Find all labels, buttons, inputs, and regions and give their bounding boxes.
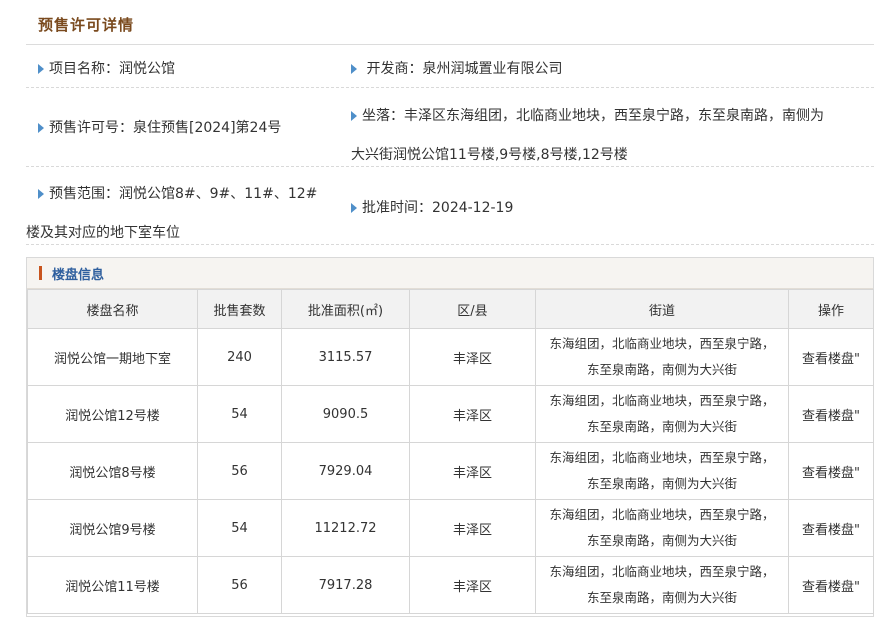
cell-street: 东海组团，北临商业地块，西至泉宁路， 东至泉南路，南侧为大兴街: [535, 556, 789, 614]
cell-area: 11212.72: [281, 499, 410, 557]
view-building-link[interactable]: 查看楼盘": [788, 442, 874, 500]
cell-name: 润悦公馆12号楼: [27, 385, 198, 443]
table-row: 润悦公馆11号楼 56 7917.28 丰泽区 东海组团，北临商业地块，西至泉宁…: [27, 556, 874, 614]
table-row: 润悦公馆一期地下室 240 3115.57 丰泽区 东海组团，北临商业地块，西至…: [27, 328, 874, 386]
view-building-link[interactable]: 查看楼盘": [788, 556, 874, 614]
cell-name: 润悦公馆9号楼: [27, 499, 198, 557]
bullet-triangle-icon: [351, 64, 357, 74]
table-row: 润悦公馆9号楼 54 11212.72 丰泽区 东海组团，北临商业地块，西至泉宁…: [27, 499, 874, 557]
info-approval-date: 批准时间：2024-12-19: [351, 197, 513, 217]
info-permit-no: 预售许可号：泉住预售[2024]第24号: [38, 117, 281, 137]
view-building-link[interactable]: 查看楼盘": [788, 499, 874, 557]
col-header-name: 楼盘名称: [27, 289, 198, 329]
cell-street: 东海组团，北临商业地块，西至泉宁路， 东至泉南路，南侧为大兴街: [535, 328, 789, 386]
building-table: 楼盘名称 批售套数 批准面积(㎡) 区/县 街道 操作 润悦公馆一期地下室 24…: [27, 289, 874, 614]
page-title: 预售许可详情: [38, 16, 135, 34]
table-row: 润悦公馆8号楼 56 7929.04 丰泽区 东海组团，北临商业地块，西至泉宁路…: [27, 442, 874, 500]
col-header-action: 操作: [788, 289, 874, 329]
title-divider: [26, 44, 874, 45]
bullet-triangle-icon: [351, 203, 357, 213]
panel-title: 楼盘信息: [52, 268, 105, 283]
row-divider: [26, 166, 874, 168]
col-header-units: 批售套数: [197, 289, 282, 329]
cell-area: 3115.57: [281, 328, 410, 386]
table-header-row: 楼盘名称 批售套数 批准面积(㎡) 区/县 街道 操作: [27, 289, 874, 329]
panel-accent-bar: [39, 266, 42, 280]
cell-units: 240: [197, 328, 282, 386]
row-divider: [26, 87, 874, 89]
cell-street: 东海组团，北临商业地块，西至泉宁路， 东至泉南路，南侧为大兴街: [535, 442, 789, 500]
view-building-link[interactable]: 查看楼盘": [788, 328, 874, 386]
cell-units: 54: [197, 385, 282, 443]
cell-name: 润悦公馆11号楼: [27, 556, 198, 614]
bullet-triangle-icon: [38, 123, 44, 133]
cell-name: 润悦公馆8号楼: [27, 442, 198, 500]
view-building-link[interactable]: 查看楼盘": [788, 385, 874, 443]
cell-district: 丰泽区: [409, 385, 536, 443]
cell-street: 东海组团，北临商业地块，西至泉宁路， 东至泉南路，南侧为大兴街: [535, 499, 789, 557]
cell-units: 56: [197, 556, 282, 614]
info-developer: 开发商：泉州润城置业有限公司: [351, 58, 562, 78]
panel-header: 楼盘信息: [27, 258, 873, 289]
col-header-street: 街道: [535, 289, 789, 329]
bullet-triangle-icon: [38, 189, 44, 199]
cell-area: 7917.28: [281, 556, 410, 614]
cell-district: 丰泽区: [409, 442, 536, 500]
cell-district: 丰泽区: [409, 499, 536, 557]
cell-district: 丰泽区: [409, 556, 536, 614]
info-project-name: 项目名称：润悦公馆: [38, 58, 175, 78]
cell-area: 9090.5: [281, 385, 410, 443]
info-location: 坐落：丰泽区东海组团，北临商业地块，西至泉宁路，东至泉南路，南侧为 大兴街润悦公…: [351, 108, 824, 163]
cell-street: 东海组团，北临商业地块，西至泉宁路， 东至泉南路，南侧为大兴街: [535, 385, 789, 443]
bullet-triangle-icon: [38, 64, 44, 74]
cell-name: 润悦公馆一期地下室: [27, 328, 198, 386]
bullet-triangle-icon: [351, 111, 357, 121]
row-divider: [26, 244, 874, 246]
building-info-panel: 楼盘信息 楼盘名称 批售套数 批准面积(㎡) 区/县 街道 操作 润悦公馆一期地…: [26, 257, 874, 617]
table-row: 润悦公馆12号楼 54 9090.5 丰泽区 东海组团，北临商业地块，西至泉宁路…: [27, 385, 874, 443]
cell-area: 7929.04: [281, 442, 410, 500]
info-scope: 预售范围：润悦公馆8#、9#、11#、12# 楼及其对应的地下室车位: [26, 186, 318, 241]
cell-units: 54: [197, 499, 282, 557]
col-header-district: 区/县: [409, 289, 536, 329]
col-header-area: 批准面积(㎡): [281, 289, 410, 329]
cell-district: 丰泽区: [409, 328, 536, 386]
cell-units: 56: [197, 442, 282, 500]
